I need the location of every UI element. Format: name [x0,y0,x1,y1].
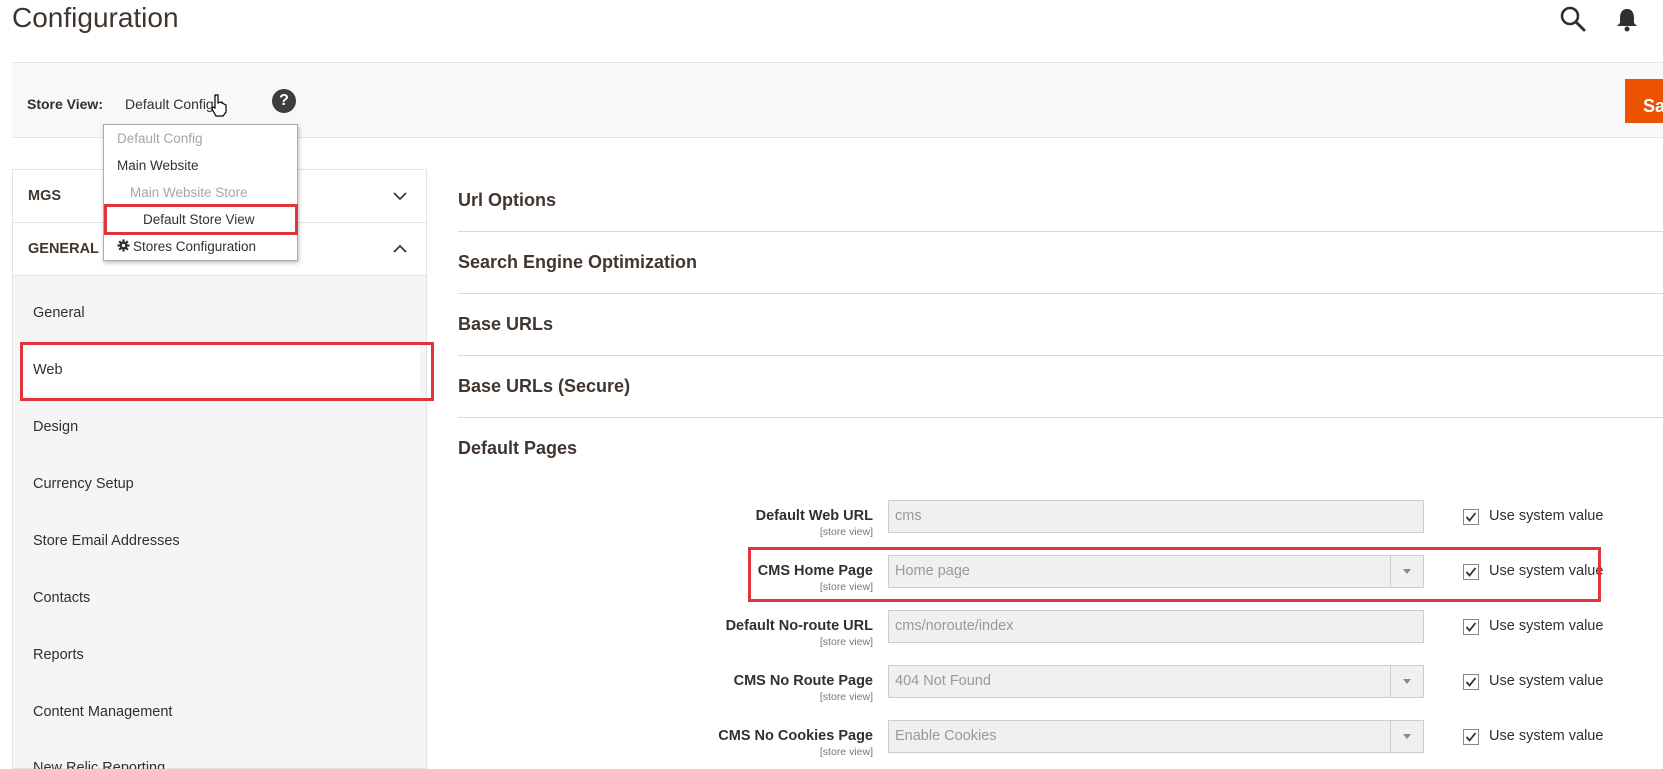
sidebar-item-general[interactable]: General [33,305,85,321]
save-config-button[interactable]: Save [1625,79,1663,123]
field-label: CMS Home Page [757,563,873,579]
field-scope: [store view] [819,526,873,538]
chevron-up-icon [393,244,407,253]
section-title: Url Options [458,190,556,210]
use-system-value-label: Use system value [1489,618,1604,634]
use-system-value-label: Use system value [1489,728,1604,744]
dropdown-item-main-website-store[interactable]: Main Website Store [130,185,248,200]
use-system-value-checkbox[interactable] [1463,509,1479,525]
field-scope: [store view] [819,691,873,703]
field-label: Default Web URL [755,508,873,524]
use-system-value-checkbox[interactable] [1463,674,1479,690]
bell-icon[interactable] [1612,4,1642,34]
cms-no-cookies-page-select[interactable]: Enable Cookies [888,720,1424,753]
store-view-label: Store View: [27,96,103,112]
sidebar-group-label: GENERAL [28,241,99,257]
default-no-route-url-input[interactable]: cms/noroute/index [888,610,1424,643]
select-value: Home page [895,563,970,579]
use-system-value-checkbox[interactable] [1463,729,1479,745]
hand-cursor-icon [211,94,227,117]
check-icon [1465,732,1477,742]
use-system-value-label: Use system value [1489,508,1604,524]
sidebar-item-design[interactable]: Design [33,419,78,435]
section-seo[interactable]: Search Engine Optimization [458,232,1663,294]
cms-home-page-select[interactable]: Home page [888,555,1424,588]
sidebar-item-content-management[interactable]: Content Management [33,704,172,720]
use-system-value-label: Use system value [1489,673,1604,689]
check-icon [1465,677,1477,687]
sidebar-item-web-active-bg [21,343,420,396]
gear-icon [117,239,130,252]
sidebar-item-currency-setup[interactable]: Currency Setup [33,476,134,492]
section-title: Search Engine Optimization [458,252,698,272]
check-icon [1465,512,1477,522]
section-url-options[interactable]: Url Options [458,170,1663,232]
select-value: 404 Not Found [895,673,991,689]
help-icon[interactable]: ? [272,89,296,113]
section-title: Base URLs (Secure) [458,376,631,396]
select-arrow-icon [1390,556,1423,587]
sidebar-item-store-email-addresses[interactable]: Store Email Addresses [33,533,180,549]
chevron-down-icon [393,192,407,201]
dropdown-item-main-website[interactable]: Main Website [117,158,199,173]
dropdown-item-default-config[interactable]: Default Config [117,131,203,146]
use-system-value-label: Use system value [1489,563,1604,579]
cms-no-route-page-select[interactable]: 404 Not Found [888,665,1424,698]
section-title: Default Pages [458,438,578,458]
search-icon[interactable] [1558,4,1588,34]
check-icon [1465,567,1477,577]
store-view-select[interactable]: Default Config [125,96,214,112]
section-base-urls[interactable]: Base URLs [458,294,1663,356]
use-system-value-checkbox[interactable] [1463,564,1479,580]
field-scope: [store view] [819,746,873,758]
sidebar-group-label: MGS [28,188,62,204]
sidebar-item-contacts[interactable]: Contacts [33,590,90,606]
section-base-urls-secure[interactable]: Base URLs (Secure) [458,356,1663,418]
field-scope: [store view] [819,581,873,593]
sidebar-item-reports[interactable]: Reports [33,647,84,663]
field-label: Default No-route URL [725,618,873,634]
check-icon [1465,622,1477,632]
page-title: Configuration [12,2,179,33]
field-scope: [store view] [819,636,873,648]
section-default-pages[interactable]: Default Pages [458,418,1663,480]
section-title: Base URLs [458,314,554,334]
stores-configuration-label: Stores Configuration [133,239,257,254]
use-system-value-checkbox[interactable] [1463,619,1479,635]
sidebar-item-new-relic-reporting[interactable]: New Relic Reporting [33,760,165,769]
dropdown-item-default-store-view[interactable]: Default Store View [143,212,255,227]
sidebar-item-web[interactable]: Web [33,362,63,378]
select-arrow-icon [1390,721,1423,752]
select-arrow-icon [1390,666,1423,697]
store-view-dropdown: Default Config Main Website Main Website… [103,124,298,261]
dropdown-item-stores-configuration[interactable]: Stores Configuration [117,239,256,254]
select-value: Enable Cookies [895,728,997,744]
field-label: CMS No Route Page [733,673,873,689]
default-web-url-input[interactable]: cms [888,500,1424,533]
field-label: CMS No Cookies Page [718,728,873,744]
